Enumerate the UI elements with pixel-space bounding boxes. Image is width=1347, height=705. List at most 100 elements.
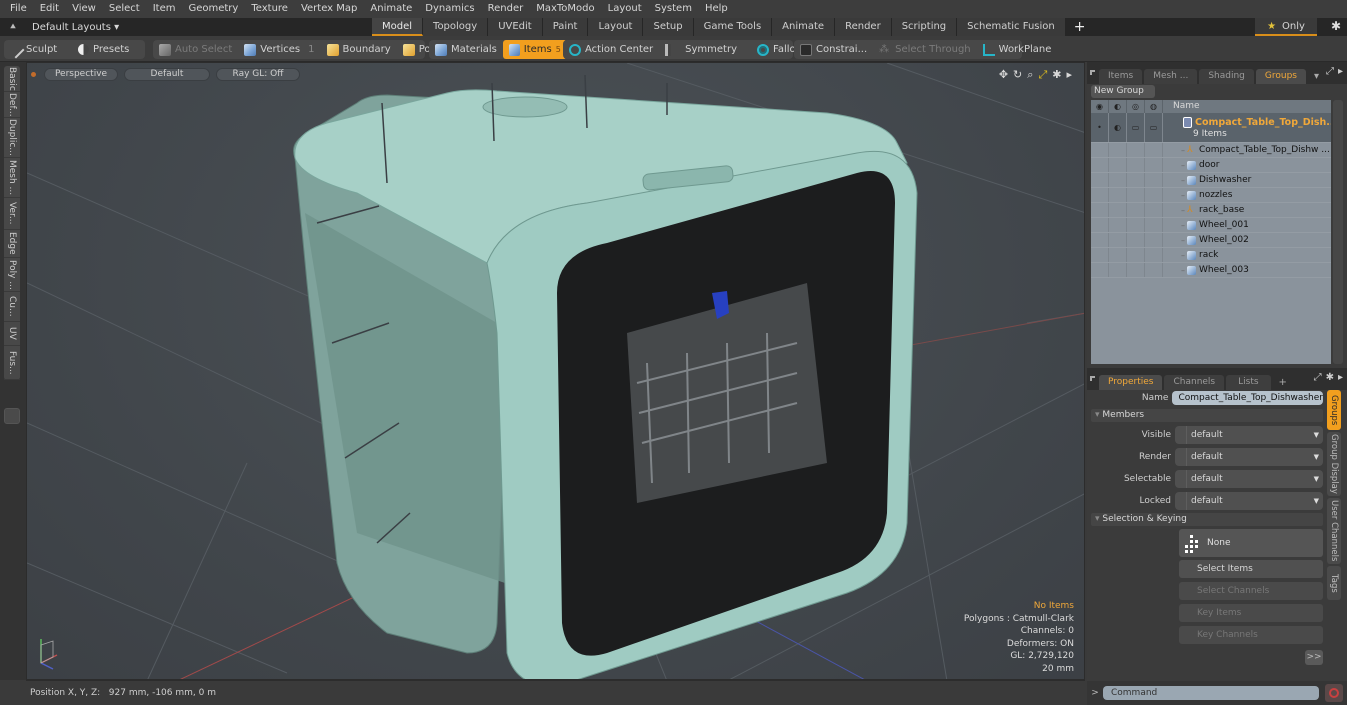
visibility-toggle[interactable]: • (1091, 113, 1109, 142)
action-center-button[interactable]: Action Center (563, 40, 659, 59)
3d-viewport[interactable]: Perspective Default Ray GL: Off ✥ ↻ ⌕ ⤢ … (26, 62, 1085, 680)
tab-scripting[interactable]: Scripting (891, 18, 958, 36)
side-tab-tags[interactable]: Tags (1327, 566, 1341, 600)
vertices-button[interactable]: Vertices 1 (238, 40, 320, 59)
tab-items[interactable]: Items (1099, 69, 1143, 84)
menu-edit[interactable]: Edit (35, 0, 67, 18)
list-item[interactable]: – ⅄ rack_base (1091, 203, 1331, 218)
default-layouts-dropdown[interactable]: Default Layouts ▾ (32, 22, 119, 33)
shading-dropdown[interactable]: Default (124, 68, 210, 81)
tab-model[interactable]: Model (372, 18, 424, 36)
expand-icon[interactable]: ▸ (1066, 68, 1072, 82)
tool-tab-fusion[interactable]: Fus... (4, 346, 20, 380)
menu-help[interactable]: Help (700, 0, 736, 18)
settings-icon[interactable]: ✱ (1052, 68, 1061, 82)
only-toggle[interactable]: ★ Only (1255, 18, 1317, 36)
fit-icon[interactable]: ⤢ (1038, 68, 1047, 82)
record-macro-button[interactable] (1325, 684, 1343, 702)
tool-tab-curve[interactable]: Cu... (4, 292, 20, 322)
tool-tab-edge[interactable]: Edge (4, 230, 20, 258)
tab-dropdown-icon[interactable]: ▾ (1308, 69, 1325, 84)
symmetry-button[interactable]: Symmetry (659, 40, 743, 59)
name-column-header[interactable]: Name (1163, 100, 1331, 113)
materials-button[interactable]: Materials (429, 40, 503, 59)
command-input[interactable]: Command (1103, 686, 1319, 700)
select-through-button[interactable]: ⁂ Select Through (873, 40, 977, 59)
key-items-button[interactable]: Key Items (1179, 604, 1323, 622)
tool-tab-duplicate[interactable]: Duplic... (4, 118, 20, 158)
tool-tab-extra-button[interactable] (4, 408, 20, 424)
constraints-button[interactable]: Constrai... (794, 40, 873, 59)
move-icon[interactable]: ✥ (999, 68, 1008, 82)
menu-file[interactable]: File (5, 0, 35, 18)
expand-icon[interactable]: ▸ (1338, 66, 1343, 77)
raygl-toggle[interactable]: Ray GL: Off (216, 68, 300, 81)
view-mode-dropdown[interactable]: Perspective (44, 68, 118, 81)
list-item[interactable]: – nozzles (1091, 188, 1331, 203)
tool-tab-basic[interactable]: Basic (4, 66, 20, 92)
panel-menu-icon[interactable] (1090, 376, 1095, 381)
tool-tab-polygon[interactable]: Poly ... (4, 258, 20, 292)
menu-system[interactable]: System (650, 0, 700, 18)
menu-item[interactable]: Item (148, 0, 184, 18)
side-tab-user-channels[interactable]: User Channels (1327, 498, 1341, 564)
list-item[interactable]: – rack (1091, 248, 1331, 263)
tab-mesh[interactable]: Mesh ... (1144, 69, 1198, 84)
items-button[interactable]: Items 5 (502, 40, 567, 59)
viewport-menu-dot[interactable] (31, 72, 36, 77)
tab-game-tools[interactable]: Game Tools (693, 18, 773, 36)
dishwasher-model[interactable] (293, 74, 918, 680)
groups-list-scrollbar[interactable] (1333, 100, 1343, 364)
list-item[interactable]: – ⅄ Compact_Table_Top_Dishw ... (1091, 143, 1331, 158)
workplane-button[interactable]: WorkPlane (977, 40, 1058, 59)
gear-icon[interactable]: ✱ (1331, 19, 1341, 33)
list-item[interactable]: – door (1091, 158, 1331, 173)
add-layout-tab-button[interactable]: + (1066, 18, 1094, 36)
tool-tab-mesh-edit[interactable]: Mesh ... (4, 158, 20, 198)
visible-select[interactable]: default ▼ (1175, 426, 1323, 444)
presets-button[interactable]: Presets (72, 40, 135, 59)
zoom-icon[interactable]: ⌕ (1027, 68, 1033, 82)
more-button[interactable]: >> (1305, 650, 1323, 665)
lock-column-icon[interactable]: ◎ (1127, 100, 1145, 113)
menu-layout[interactable]: Layout (603, 0, 650, 18)
list-item[interactable]: – Wheel_003 (1091, 263, 1331, 278)
tab-uvedit[interactable]: UVEdit (488, 18, 543, 36)
list-item[interactable]: – Wheel_001 (1091, 218, 1331, 233)
tab-setup[interactable]: Setup (643, 18, 694, 36)
group-row[interactable]: • ◐ ▭ ▭ Compact_Table_Top_Dish... 9 Item… (1091, 113, 1331, 143)
none-button[interactable]: None (1179, 529, 1323, 557)
boundary-button[interactable]: Boundary (321, 40, 397, 59)
add-tab-button[interactable]: + (1273, 375, 1293, 390)
selection-keying-section[interactable]: ▾ Selection & Keying (1091, 513, 1323, 526)
tab-layout[interactable]: Layout (588, 18, 644, 36)
list-item[interactable]: – Dishwasher (1091, 173, 1331, 188)
visibility-column-icon[interactable]: ◉ (1091, 100, 1109, 113)
tab-shading[interactable]: Shading (1199, 69, 1254, 84)
name-input[interactable]: Compact_Table_Top_Dishwasher (1172, 390, 1323, 405)
tab-paint[interactable]: Paint (542, 18, 589, 36)
menu-dynamics[interactable]: Dynamics (420, 0, 482, 18)
tool-tab-uv[interactable]: UV (4, 322, 20, 346)
lock-toggle[interactable]: ▭ (1127, 113, 1145, 142)
menu-animate[interactable]: Animate (365, 0, 420, 18)
key-channels-button[interactable]: Key Channels (1179, 626, 1323, 644)
tab-properties[interactable]: Properties (1099, 375, 1163, 390)
tab-render[interactable]: Render (835, 18, 892, 36)
menu-render[interactable]: Render (483, 0, 532, 18)
rotate-icon[interactable]: ↻ (1013, 68, 1022, 82)
menu-texture[interactable]: Texture (246, 0, 296, 18)
select-column-icon[interactable]: ◍ (1145, 100, 1163, 113)
auto-select-button[interactable]: Auto Select (153, 40, 238, 59)
render-column-icon[interactable]: ◐ (1109, 100, 1127, 113)
tab-lists[interactable]: Lists (1226, 375, 1271, 390)
render-toggle[interactable]: ◐ (1109, 113, 1127, 142)
tab-topology[interactable]: Topology (423, 18, 489, 36)
locked-select[interactable]: default ▼ (1175, 492, 1323, 510)
up-arrow-icon[interactable]: ⯅ (6, 22, 20, 33)
panel-menu-icon[interactable] (1090, 70, 1095, 75)
sculpt-button[interactable]: Sculpt (4, 40, 72, 59)
maximize-icon[interactable]: ⤢ (1314, 372, 1322, 383)
tool-tab-vertex[interactable]: Ver... (4, 198, 20, 230)
selectable-select[interactable]: default ▼ (1175, 470, 1323, 488)
